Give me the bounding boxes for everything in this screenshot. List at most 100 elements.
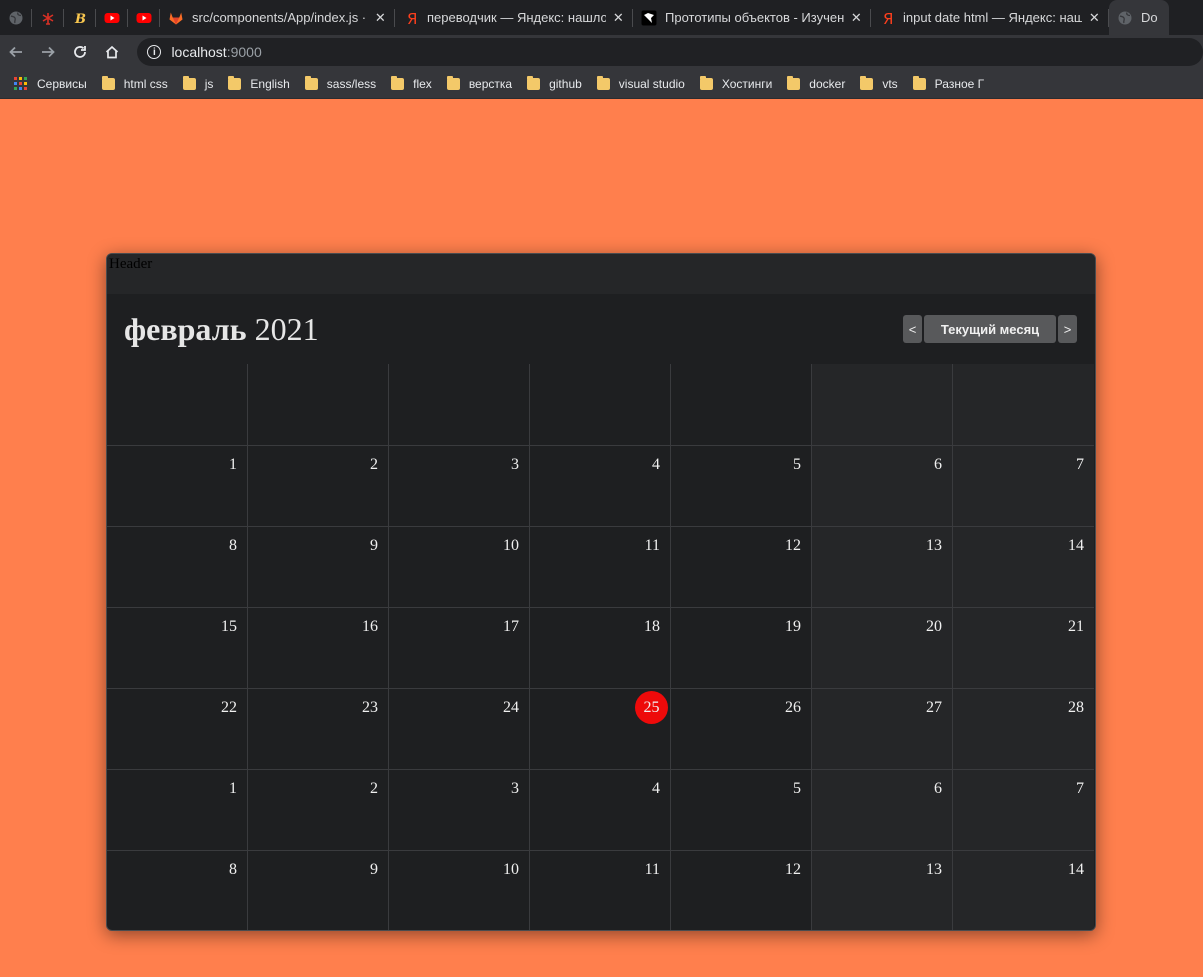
weekday-header-cell xyxy=(389,364,530,445)
pinned-tab[interactable] xyxy=(32,0,64,35)
url-port: :9000 xyxy=(226,44,262,60)
bookmark-folder[interactable]: html css xyxy=(101,75,168,91)
day-cell[interactable]: 2 xyxy=(248,769,389,850)
bookmark-folder[interactable]: English xyxy=(228,75,290,91)
day-cell[interactable]: 3 xyxy=(389,445,530,526)
close-tab-icon[interactable]: ✕ xyxy=(374,10,387,26)
day-cell[interactable]: 23 xyxy=(248,688,389,769)
day-cell[interactable]: 8 xyxy=(107,526,248,607)
close-tab-icon[interactable]: ✕ xyxy=(850,10,863,26)
forward-button[interactable] xyxy=(32,36,64,68)
day-cell[interactable]: 1 xyxy=(107,769,248,850)
active-tab[interactable]: Do xyxy=(1109,0,1169,35)
day-cell[interactable]: 11 xyxy=(530,850,671,930)
day-cell[interactable]: 6 xyxy=(812,445,953,526)
day-number: 1 xyxy=(229,456,237,473)
day-cell[interactable]: 11 xyxy=(530,526,671,607)
day-cell[interactable]: 1 xyxy=(107,445,248,526)
bookmark-folder[interactable]: visual studio xyxy=(596,75,685,91)
day-cell[interactable]: 2 xyxy=(248,445,389,526)
day-cell[interactable]: 14 xyxy=(953,850,1094,930)
bookmark-folder[interactable]: docker xyxy=(787,75,845,91)
close-tab-icon[interactable]: ✕ xyxy=(1088,10,1101,26)
day-number: 3 xyxy=(511,456,519,473)
bookmark-apps[interactable]: Сервисы xyxy=(14,77,87,91)
prev-month-button[interactable]: < xyxy=(903,315,922,343)
bookmark-folder[interactable]: Разное Г xyxy=(912,75,984,91)
day-cell[interactable]: 10 xyxy=(389,850,530,930)
home-button[interactable] xyxy=(96,36,128,68)
bookmark-folder[interactable]: github xyxy=(527,75,582,91)
day-cell[interactable]: 18 xyxy=(530,607,671,688)
day-cell[interactable]: 8 xyxy=(107,850,248,930)
day-cell[interactable]: 10 xyxy=(389,526,530,607)
day-cell[interactable]: 20 xyxy=(812,607,953,688)
day-cell[interactable]: 12 xyxy=(671,526,812,607)
browser-tab[interactable]: Яinput date html — Яндекс: нашл ✕ xyxy=(871,0,1109,35)
learnjs-icon xyxy=(641,10,657,26)
tab-strip: Bsrc/components/App/index.js · d ✕ Яперево… xyxy=(0,0,1203,35)
day-cell[interactable]: 14 xyxy=(953,526,1094,607)
day-number: 22 xyxy=(221,699,237,716)
day-cell[interactable]: 7 xyxy=(953,769,1094,850)
address-bar[interactable]: i localhost:9000 xyxy=(137,38,1203,66)
pinned-tab[interactable] xyxy=(128,0,160,35)
day-number: 8 xyxy=(229,861,237,878)
day-cell[interactable]: 5 xyxy=(671,769,812,850)
day-cell[interactable]: 6 xyxy=(812,769,953,850)
bookmark-folder[interactable]: js xyxy=(182,75,214,91)
browser-tab[interactable]: Прототипы объектов - Изучени ✕ xyxy=(633,0,871,35)
svg-text:Я: Я xyxy=(407,10,417,26)
day-cell[interactable]: 7 xyxy=(953,445,1094,526)
day-cell[interactable]: 12 xyxy=(671,850,812,930)
apps-grid-icon xyxy=(14,77,27,90)
day-cell[interactable]: 15 xyxy=(107,607,248,688)
browser-tab[interactable]: Япереводчик — Яндекс: нашлос ✕ xyxy=(395,0,633,35)
day-number: 23 xyxy=(362,699,378,716)
day-cell[interactable]: 13 xyxy=(812,526,953,607)
bookmark-folder[interactable]: flex xyxy=(391,75,432,91)
pinned-tab[interactable] xyxy=(0,0,32,35)
day-cell[interactable]: 16 xyxy=(248,607,389,688)
pinned-tab[interactable] xyxy=(96,0,128,35)
pinned-tab[interactable]: B xyxy=(64,0,96,35)
back-button[interactable] xyxy=(0,36,32,68)
bookmark-label: js xyxy=(204,76,214,91)
day-number: 13 xyxy=(926,861,942,878)
day-cell[interactable]: 22 xyxy=(107,688,248,769)
reload-button[interactable] xyxy=(64,36,96,68)
day-cell[interactable]: 13 xyxy=(812,850,953,930)
current-month-button[interactable]: Текущий месяц xyxy=(924,315,1056,343)
bookmark-folder[interactable]: vts xyxy=(860,75,898,91)
day-cell[interactable]: 26 xyxy=(671,688,812,769)
bookmark-label: html css xyxy=(123,76,168,91)
day-cell[interactable]: 9 xyxy=(248,526,389,607)
bookmark-folder[interactable]: sass/less xyxy=(304,75,376,91)
day-cell[interactable]: 17 xyxy=(389,607,530,688)
day-cell[interactable]: 4 xyxy=(530,445,671,526)
b-logo-icon: B xyxy=(72,10,88,26)
calendar-header: Header xyxy=(107,254,1095,294)
day-cell[interactable]: 28 xyxy=(953,688,1094,769)
day-cell[interactable]: 19 xyxy=(671,607,812,688)
calendar-toolbar: февраль 2021 < Текущий месяц > xyxy=(107,294,1095,364)
day-cell[interactable]: 9 xyxy=(248,850,389,930)
day-number: 20 xyxy=(926,618,942,635)
bookmark-label: верстка xyxy=(468,76,513,91)
next-month-button[interactable]: > xyxy=(1058,315,1077,343)
day-cell-today[interactable]: 25 xyxy=(530,688,671,769)
month-title: февраль 2021 xyxy=(124,311,319,348)
day-cell[interactable]: 24 xyxy=(389,688,530,769)
day-cell[interactable]: 21 xyxy=(953,607,1094,688)
bookmark-folder[interactable]: верстка xyxy=(446,75,513,91)
day-number: 14 xyxy=(1068,861,1084,878)
day-cell[interactable]: 27 xyxy=(812,688,953,769)
info-icon[interactable]: i xyxy=(147,45,162,59)
browser-tab[interactable]: src/components/App/index.js · d ✕ xyxy=(160,0,395,35)
day-cell[interactable]: 4 xyxy=(530,769,671,850)
home-icon xyxy=(105,45,118,59)
close-tab-icon[interactable]: ✕ xyxy=(612,10,625,26)
day-cell[interactable]: 5 xyxy=(671,445,812,526)
day-cell[interactable]: 3 xyxy=(389,769,530,850)
bookmark-folder[interactable]: Хостинги xyxy=(699,75,772,91)
